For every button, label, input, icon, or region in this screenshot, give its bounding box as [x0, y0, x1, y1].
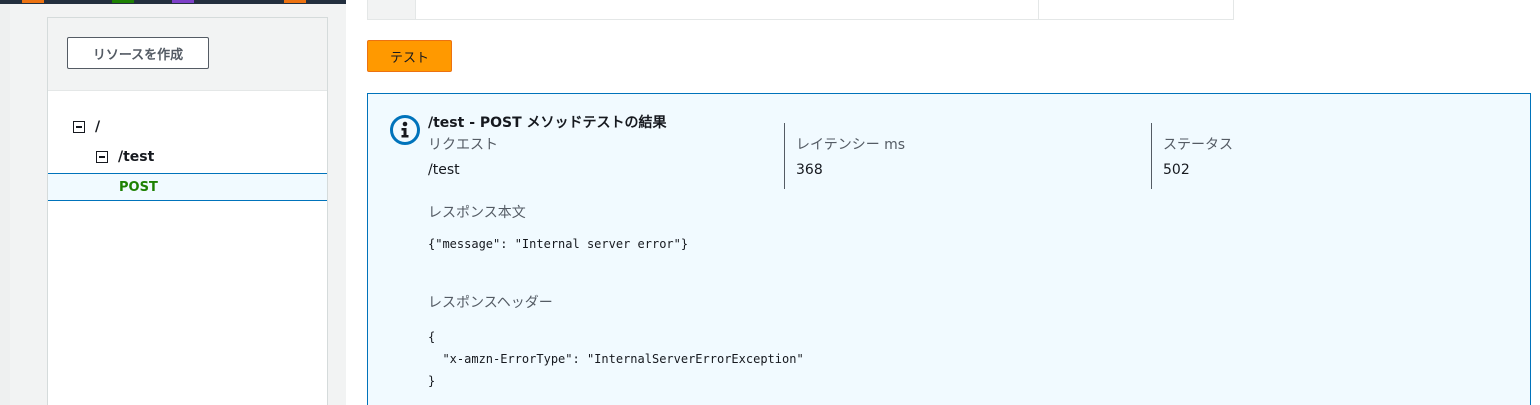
- tab-mark: [284, 0, 306, 3]
- resources-panel: リソースを作成 / /test POST: [47, 17, 328, 405]
- tab-mark: [172, 0, 194, 3]
- request-label: リクエスト: [428, 137, 498, 153]
- tree-item-label: /: [95, 119, 101, 135]
- request-value: /test: [428, 162, 460, 178]
- latency-value: 368: [796, 162, 823, 178]
- test-result-panel: /test - POST メソッドテストの結果 リクエスト /test レイテン…: [367, 93, 1531, 405]
- tree-item-post-method[interactable]: POST: [48, 173, 327, 201]
- table-cell: [368, 0, 416, 19]
- tab-mark: [112, 0, 134, 3]
- test-button[interactable]: テスト: [367, 40, 452, 72]
- create-resource-button[interactable]: リソースを作成: [67, 37, 209, 69]
- table-divider: [1038, 0, 1039, 19]
- info-icon: [390, 115, 420, 145]
- nav-gutter: [0, 4, 10, 405]
- response-headers: { "x-amzn-ErrorType": "InternalServerErr…: [428, 330, 804, 388]
- resources-panel-header: リソースを作成: [48, 18, 327, 91]
- test-params-table-bottom: [367, 0, 1234, 20]
- request-column: リクエスト /test: [428, 134, 498, 190]
- method-label: POST: [119, 179, 158, 195]
- tree-item-test[interactable]: /test: [48, 143, 327, 171]
- response-body: {"message": "Internal server error"}: [428, 237, 689, 251]
- response-body-label: レスポンス本文: [428, 205, 526, 221]
- collapse-icon[interactable]: [96, 151, 108, 163]
- tree-item-label: /test: [118, 149, 155, 165]
- result-title: /test - POST メソッドテストの結果: [428, 115, 667, 131]
- status-column: ステータス 502: [1151, 123, 1233, 189]
- tree-item-root[interactable]: /: [48, 113, 327, 141]
- latency-column: レイテンシー ms 368: [784, 123, 905, 189]
- status-value: 502: [1163, 162, 1190, 178]
- status-label: ステータス: [1163, 137, 1233, 153]
- tab-mark: [22, 0, 44, 3]
- collapse-icon[interactable]: [73, 121, 85, 133]
- latency-label: レイテンシー ms: [796, 137, 906, 153]
- main-content: テスト /test - POST メソッドテストの結果 リクエスト /test …: [346, 0, 1540, 405]
- response-headers-label: レスポンスヘッダー: [428, 295, 553, 311]
